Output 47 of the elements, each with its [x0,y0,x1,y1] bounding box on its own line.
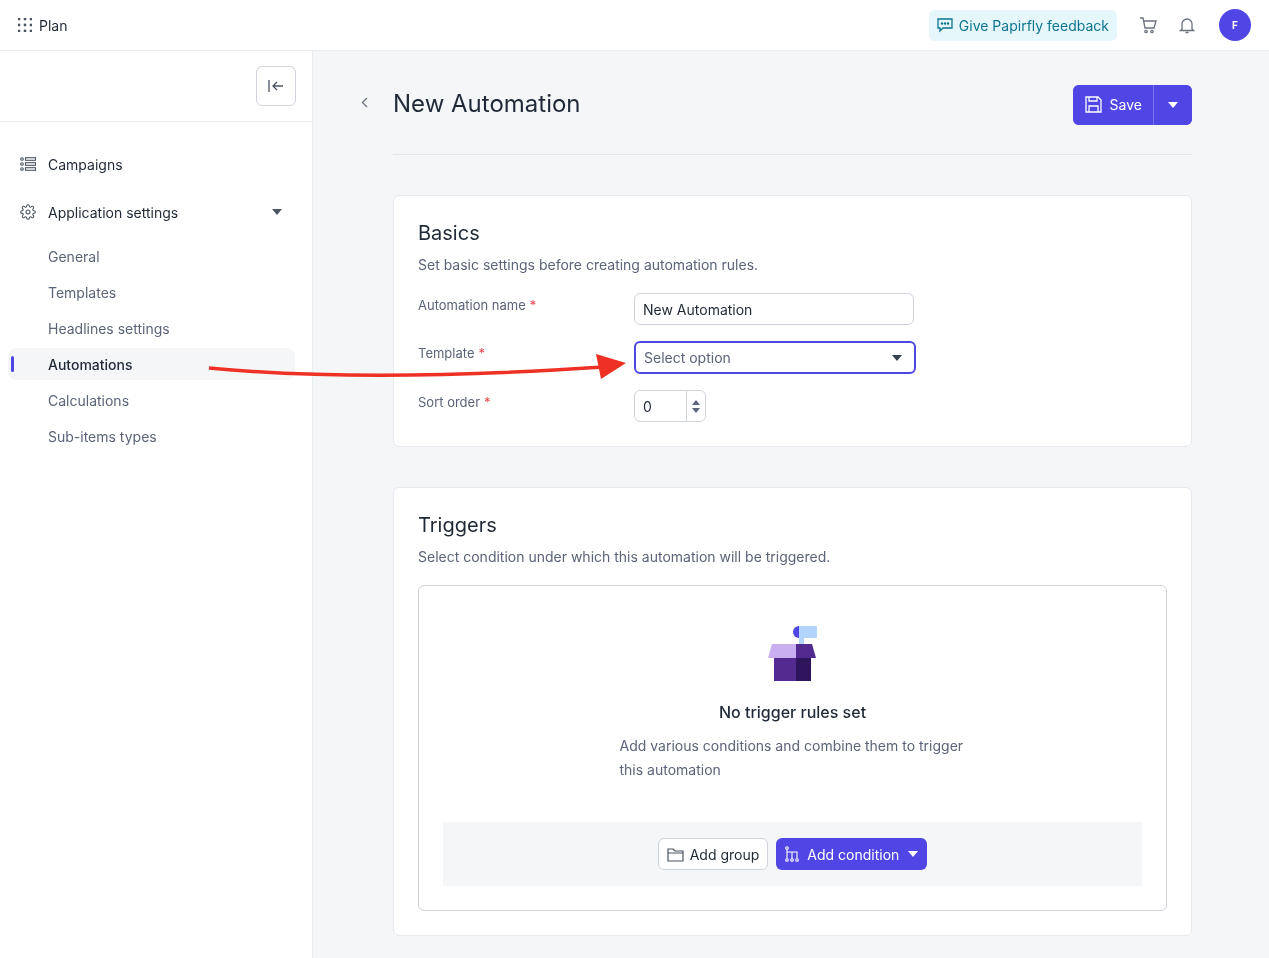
settings-icon [20,204,36,220]
collapse-icon [268,79,284,93]
sidebar-item[interactable]: Application settings [0,188,312,236]
add-condition-button[interactable]: Add condition [776,838,928,870]
section-description: Set basic settings before creating automation rules. [418,255,760,275]
back-icon[interactable] [361,97,368,108]
required-mark: * [529,296,537,315]
user-avatar[interactable]: F [1219,9,1251,41]
sidebar-subitem[interactable]: Templates [8,276,295,308]
list-icon [20,157,36,171]
caret-icon [892,354,902,361]
chat-icon [936,17,953,33]
sidebar-subitem[interactable]: Calculations [8,384,295,416]
empty-title: No trigger rules set [718,701,867,724]
field-label: Template [418,344,475,363]
add-group-button[interactable]: Add group [657,838,769,870]
feedback-button[interactable]: Give Papirfly feedback [928,9,1117,41]
app-name: Plan [39,15,68,36]
save-icon [1084,96,1102,113]
folder-icon [666,846,684,862]
caret-icon [1168,101,1178,108]
section-title: Basics [418,220,481,247]
grid-icon[interactable] [18,18,32,32]
field-label: Automation name [418,296,526,315]
sidebar-item[interactable]: Campaigns [0,140,312,188]
cart-icon[interactable] [1139,16,1157,34]
open-box-illustration [767,624,818,682]
sidebar-subitem[interactable]: Headlines settings [8,312,295,344]
field-label: Sort order [418,393,481,412]
required-mark: * [478,344,485,363]
branch-icon [785,846,801,862]
section-title: Triggers [418,512,498,539]
sidebar-subitem[interactable]: General [8,240,295,272]
section-description: Select condition under which this automation will be triggered. [418,547,832,567]
save-options-button[interactable] [1153,84,1192,125]
caret-icon [908,851,919,857]
number-input[interactable]: 0 [634,390,706,422]
empty-text: Add various conditions and combine them to trigger this automation [619,736,965,780]
template-select[interactable]: Select option [634,341,916,374]
required-mark: * [484,393,491,412]
sidebar-subitem[interactable]: Sub-items types [8,420,295,452]
collapse-button[interactable] [256,66,296,106]
bell-icon[interactable] [1179,16,1195,34]
caret-icon [272,209,282,215]
name-input[interactable]: New Automation [634,293,914,325]
page-title: New Automation [393,87,582,120]
sidebar-subitem[interactable]: Automations [8,348,295,380]
